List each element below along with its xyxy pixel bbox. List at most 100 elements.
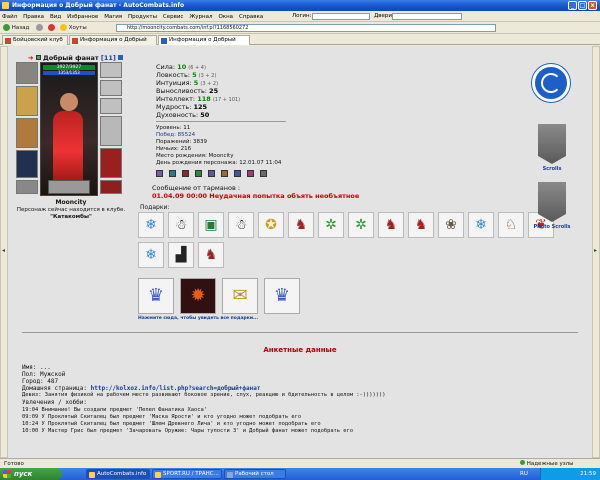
doors-label: Двери [374, 13, 392, 19]
address-bar[interactable]: http://mooncity.combats.com/inf.pl?11685… [116, 24, 496, 32]
gifts-heading: Подарки: [140, 204, 170, 211]
ring-slot-3[interactable] [100, 98, 122, 114]
info-icon[interactable] [118, 55, 124, 60]
status-bar: Готово Надежные узлы [0, 458, 600, 468]
tab-info-1[interactable]: Информация о Добрый фанат [69, 35, 157, 52]
badge-icon[interactable] [247, 170, 254, 177]
maximize-button[interactable]: □ [578, 1, 587, 10]
tab-icon [72, 38, 78, 44]
gift-item[interactable]: ❀ [438, 212, 464, 238]
doors-field[interactable] [392, 13, 462, 20]
minimize-button[interactable]: _ [568, 1, 577, 10]
character-header: ➔ Добрый фанат [11] [28, 54, 124, 62]
badge-icon[interactable] [169, 170, 176, 177]
scrolls-link[interactable]: Scrolls [538, 166, 566, 172]
location-text: Персонаж сейчас находится в клубе. [16, 207, 126, 213]
star-icon [60, 24, 67, 31]
anketa-divider [22, 332, 578, 333]
gift-item[interactable]: ♘ [498, 212, 524, 238]
more-gifts-link[interactable]: Нажмите сюда, чтобы увидеть все подарки.… [138, 316, 258, 321]
badge-icon[interactable] [195, 170, 202, 177]
globe-icon [520, 460, 525, 465]
gift-item[interactable]: ✪ [258, 212, 284, 238]
pants-slot[interactable] [100, 148, 122, 178]
helmet-slot[interactable] [16, 62, 38, 84]
stat-spirituality: Духовность: 50 [156, 111, 210, 119]
task-autocombats[interactable]: AutoCombats.info [86, 469, 150, 479]
weapon-slot[interactable] [16, 118, 38, 148]
character-portrait[interactable]: 3927/3927 1353/1353 [40, 62, 98, 196]
stop-icon [48, 24, 55, 31]
large-gift[interactable]: ✉ [222, 278, 258, 314]
gift-item[interactable]: ✲ [348, 212, 374, 238]
info-wins: Побед: 85524 [156, 132, 196, 138]
gift-item[interactable]: ▟ [168, 242, 194, 268]
info-birthplace: Место рождения: Mooncity [156, 153, 234, 159]
large-gift[interactable]: ✹ [180, 278, 216, 314]
gift-item[interactable]: ❄ [468, 212, 494, 238]
city-name: Mooncity [55, 199, 87, 206]
gift-item[interactable]: ♞ [408, 212, 434, 238]
badge-icon[interactable] [260, 170, 267, 177]
gift-item[interactable]: ☃ [228, 212, 254, 238]
tab-fight-club[interactable]: Бойцовский клуб [2, 35, 68, 45]
favorites-button[interactable]: Хоуты [60, 24, 87, 32]
login-field[interactable] [312, 13, 370, 20]
shield-slot[interactable] [100, 116, 122, 146]
stop-button[interactable] [48, 24, 55, 32]
character-dress [53, 111, 83, 191]
ring-slot-2[interactable] [100, 80, 122, 96]
large-gift[interactable]: ♛ [138, 278, 174, 314]
attack-arrow-icon[interactable]: ➔ [28, 54, 33, 62]
gift-item[interactable]: ✲ [318, 212, 344, 238]
boots-slot[interactable] [100, 180, 122, 194]
medal-slot[interactable] [48, 180, 90, 194]
badge-icon[interactable] [221, 170, 228, 177]
tarmans-message: 01.04.09 00:00 Неудачная попытка объять … [152, 192, 360, 200]
task-sport[interactable]: SPORT.RU / ТРАНС... [152, 469, 222, 479]
character-head [60, 93, 78, 111]
tab-bar: Бойцовский клуб Информация о Добрый фана… [0, 34, 600, 52]
back-button[interactable]: Назад [3, 24, 29, 32]
photo-scrolls-banner-icon[interactable] [538, 182, 566, 222]
app-icon [155, 472, 161, 478]
gift-item[interactable]: ♞ [198, 242, 224, 268]
task-desktop[interactable]: Рабочий стол [224, 469, 286, 479]
toolbar: Назад Хоуты http://mooncity.combats.com/… [0, 22, 600, 34]
scrolls-banner-icon[interactable] [538, 124, 566, 164]
window-title-bar[interactable]: Информация о Добрый фанат - AutoCombats.… [0, 0, 600, 11]
window-title: Информация о Добрый фанат - AutoCombats.… [12, 2, 185, 9]
anketa-hobby: Увлечения / хобби: [22, 399, 88, 406]
gift-item[interactable]: ♞ [378, 212, 404, 238]
gift-item[interactable]: ♞ [288, 212, 314, 238]
start-button[interactable]: пуск [0, 468, 62, 480]
right-panel-toggle[interactable]: ▸ [592, 46, 600, 458]
armor-slot[interactable] [16, 150, 38, 178]
mana-bar: 1353/1353 [43, 71, 95, 75]
large-gift[interactable]: ♛ [264, 278, 300, 314]
gift-item[interactable]: ▣ [198, 212, 224, 238]
gift-item[interactable]: ❄ [138, 242, 164, 268]
badge-icon[interactable] [208, 170, 215, 177]
close-button[interactable]: x [588, 1, 597, 10]
mooncity-logo[interactable] [532, 64, 570, 102]
amulet-slot[interactable] [16, 86, 38, 116]
badge-icon[interactable] [182, 170, 189, 177]
ring-slot-1[interactable] [100, 62, 122, 78]
left-panel-toggle[interactable]: ◂ [0, 46, 8, 458]
stat-endurance: Выносливость: 25 [156, 87, 219, 95]
tab-info-2[interactable]: Информация о Добрый фанат [158, 35, 250, 52]
tarmans-heading: Сообщение от тарманов : [152, 184, 241, 192]
homepage-link[interactable]: http://kolxoz.info/list.php?search=добры… [91, 385, 261, 392]
belt-slot[interactable] [16, 180, 38, 194]
forward-button[interactable] [36, 24, 43, 32]
clock[interactable]: 21:59 [580, 471, 596, 477]
system-tray: 21:59 [540, 468, 600, 480]
language-indicator[interactable]: RU [520, 468, 528, 480]
gift-item[interactable]: ❄ [138, 212, 164, 238]
gift-item[interactable]: ☃ [168, 212, 194, 238]
photo-scrolls-link[interactable]: Photo Scrolls [526, 224, 578, 230]
badge-icon[interactable] [234, 170, 241, 177]
badge-icon[interactable] [156, 170, 163, 177]
windows-logo-icon [3, 470, 11, 478]
